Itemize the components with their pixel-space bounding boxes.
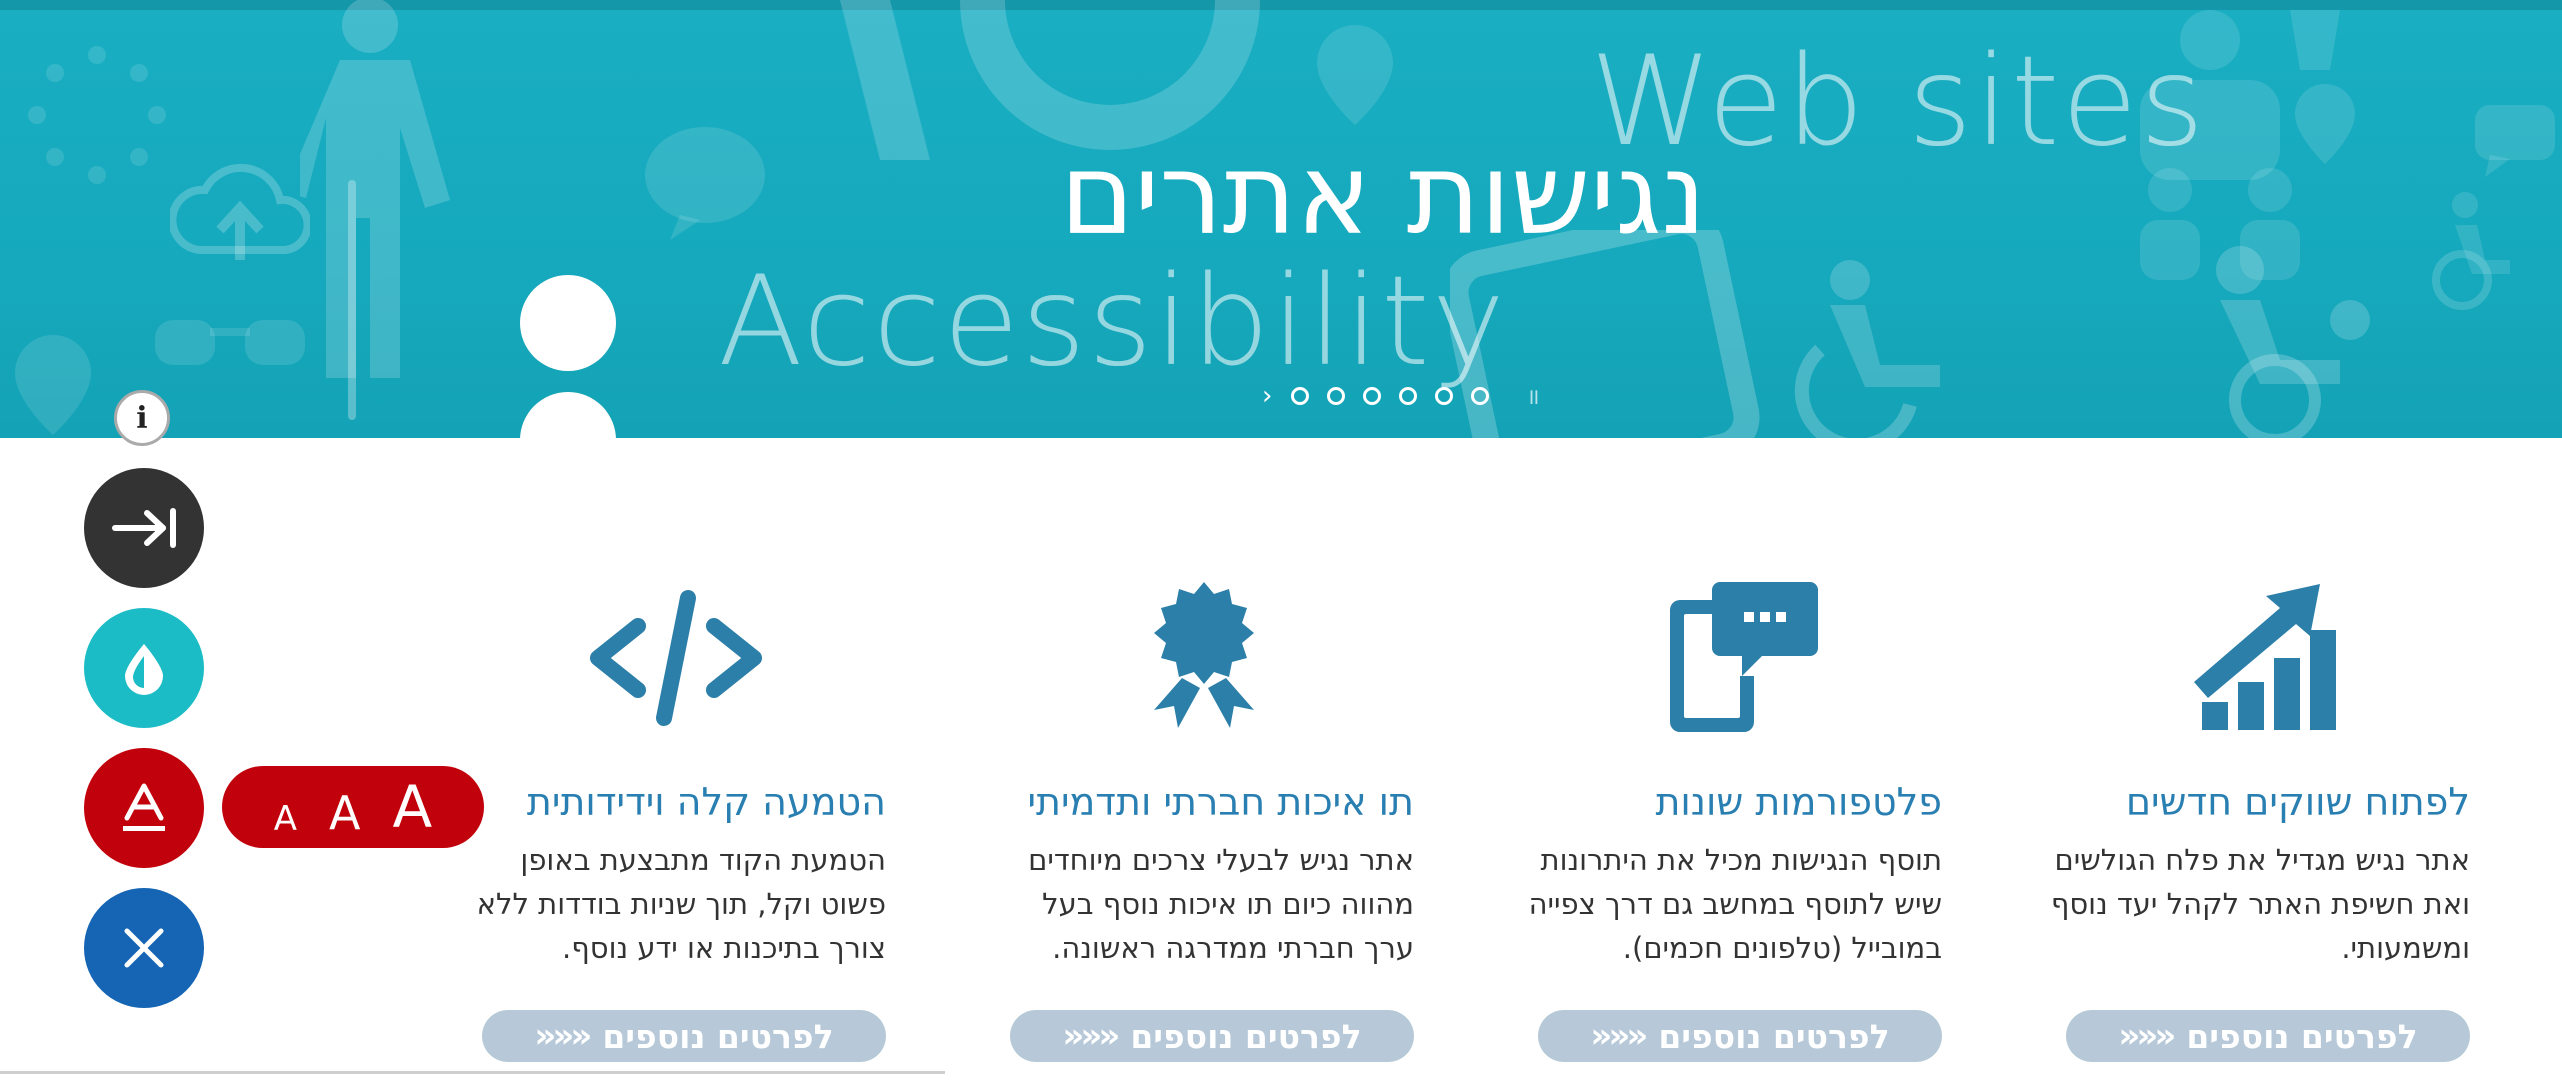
chevrons-left-icon: «««: [534, 1016, 592, 1056]
more-details-label: לפרטים נוספים: [1130, 1016, 1362, 1056]
divider: [0, 1071, 945, 1074]
slide-dot[interactable]: [1471, 387, 1490, 405]
feature-description: תוסף הנגישות מכיל את היתרונות שיש לתוסף …: [1528, 843, 1942, 965]
phone-chat-icon: [1632, 570, 1832, 740]
slide-dot[interactable]: [1435, 387, 1454, 405]
contrast-drop-icon: [125, 644, 163, 695]
code-icon: [576, 570, 776, 740]
slider-pause-icon[interactable]: ॥: [1526, 381, 1541, 411]
arrow-to-line-icon: [112, 508, 176, 548]
feature-new-markets: לפתוח שווקים חדשים אתר נגיש מגדיל את פלח…: [2050, 570, 2470, 1080]
bar-chart-arrow-icon: [2160, 570, 2360, 740]
font-small-option[interactable]: A: [274, 802, 297, 836]
feature-description: הטמעת הקוד מתבצעת באופן פשוט וקל, תוך שנ…: [476, 843, 886, 965]
person-with-cane-icon: [300, 0, 450, 420]
hero-title-english-bottom: Accessibility: [718, 250, 1508, 394]
slide-dot[interactable]: [1363, 387, 1382, 405]
font-medium-option[interactable]: A: [329, 790, 360, 836]
slide-dot[interactable]: [1327, 387, 1346, 405]
more-details-label: לפרטים נוספים: [602, 1016, 834, 1056]
text-a-underline-icon: [123, 783, 165, 831]
slide-dot[interactable]: [1291, 387, 1310, 405]
feature-easy-integration: הטמעה קלה וידידותית הטמעת הקוד מתבצעת בא…: [466, 570, 886, 1080]
info-button[interactable]: i: [114, 390, 170, 446]
font-large-option[interactable]: A: [393, 778, 433, 836]
map-pin-icon: [1317, 25, 1393, 125]
group-people-icon: [2140, 168, 2300, 280]
more-details-button[interactable]: לפרטים נוספים «««: [1538, 1010, 1942, 1062]
cloud-upload-icon: [170, 163, 310, 260]
feature-title: פלטפורמות שונות: [1655, 780, 1942, 824]
hero-banner: Web sites נגישות אתרים Accessibility › ॥: [0, 0, 2562, 438]
more-details-button[interactable]: לפרטים נוספים «««: [482, 1010, 886, 1062]
chevrons-left-icon: «««: [2118, 1016, 2176, 1056]
loading-spinner-icon: [28, 46, 166, 184]
font-size-panel: A A A: [222, 766, 484, 848]
location-pin-icon: [15, 335, 91, 435]
feature-title: לפתוח שווקים חדשים: [2125, 780, 2470, 824]
hero-title-hebrew: נגישות אתרים: [1060, 130, 1707, 260]
slider-navigation: › ॥: [1262, 381, 1542, 411]
chevrons-left-icon: «««: [1062, 1016, 1120, 1056]
speech-bubble-icon: [2475, 105, 2555, 177]
skip-to-content-button[interactable]: [84, 468, 204, 588]
award-badge-icon: [1104, 570, 1304, 740]
more-details-button[interactable]: לפרטים נוספים «««: [2066, 1010, 2470, 1062]
feature-title: תו איכות חברתי ותדמיתי: [1027, 780, 1414, 824]
hero-white-circle: [520, 275, 616, 371]
wheelchair-small-icon: [2432, 192, 2510, 310]
wheelchair-user-icon: [1794, 260, 1940, 438]
more-details-label: לפרטים נוספים: [1658, 1016, 1890, 1056]
close-icon: [124, 928, 164, 968]
contrast-button[interactable]: [84, 608, 204, 728]
more-details-label: לפרטים נוספים: [2186, 1016, 2418, 1056]
feature-platforms: פלטפורמות שונות תוסף הנגישות מכיל את הית…: [1522, 570, 1942, 1080]
slide-dot[interactable]: [1399, 387, 1418, 405]
feature-description: אתר נגיש לבעלי צרכים מיוחדים מהווה כיום …: [1028, 843, 1414, 965]
pin-icon-right: [2295, 84, 2355, 164]
more-details-button[interactable]: לפרטים נוספים «««: [1010, 1010, 1414, 1062]
close-toolbar-button[interactable]: [84, 888, 204, 1008]
feature-quality-mark: תו איכות חברתי ותדמיתי אתר נגיש לבעלי צר…: [994, 570, 1414, 1080]
sunglasses-icon: [155, 320, 305, 365]
feature-title: הטמעה קלה וידידותית: [526, 780, 886, 824]
slider-next-arrow-icon[interactable]: ›: [1262, 383, 1272, 409]
chevrons-left-icon: «««: [1590, 1016, 1648, 1056]
chat-bubble-icon: [645, 127, 765, 240]
font-size-button[interactable]: [84, 748, 204, 868]
feature-description: אתר נגיש מגדיל את פלח הגולשים ואת חשיפת …: [2050, 843, 2470, 965]
